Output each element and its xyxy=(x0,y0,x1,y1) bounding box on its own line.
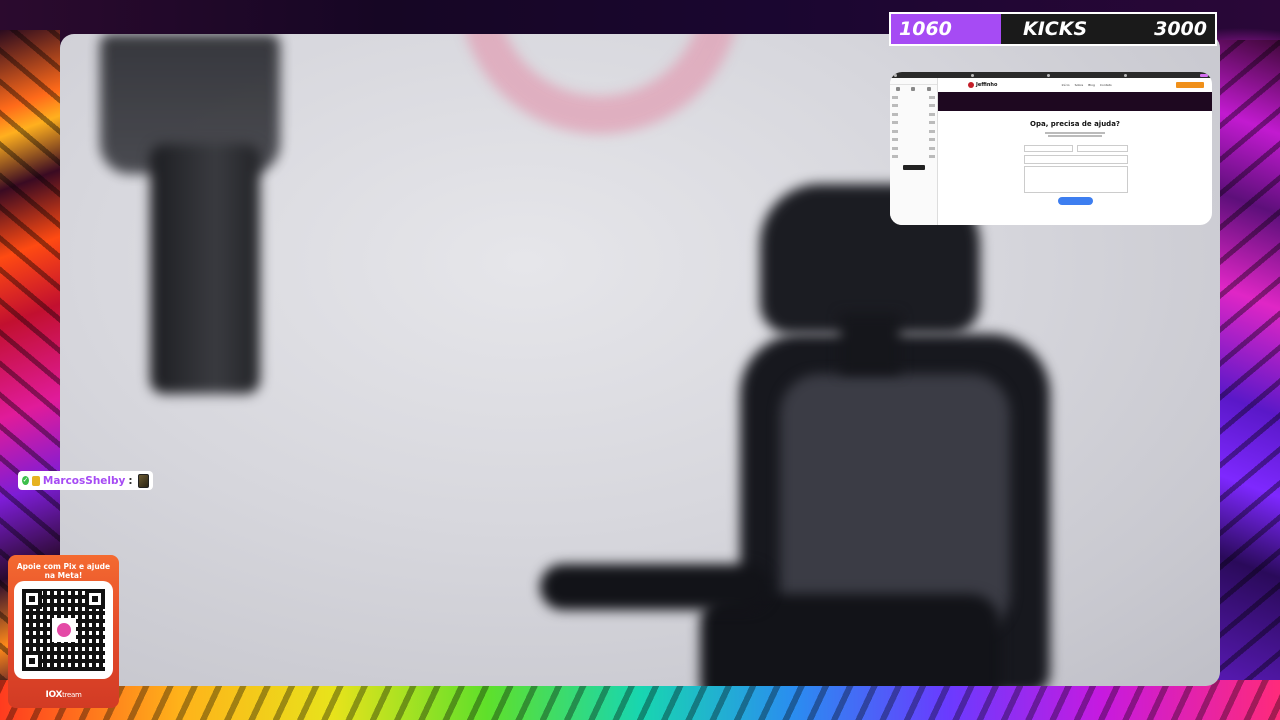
qr-finder-icon xyxy=(22,651,42,671)
panel-row xyxy=(890,119,937,128)
microphone xyxy=(150,144,260,394)
chat-message: ✓ MarcosShelby : xyxy=(18,471,153,490)
verified-badge-icon: ✓ xyxy=(22,476,30,485)
panel-row xyxy=(890,127,937,136)
panel-row xyxy=(890,93,937,102)
goal-target: 3000 xyxy=(1154,18,1207,40)
qr-finder-icon xyxy=(22,589,42,609)
pix-donation-card: Apoie com Pix e ajude na Meta! IOXtream xyxy=(8,555,119,708)
panel-row xyxy=(890,144,937,153)
pix-qr-code xyxy=(14,581,113,679)
site-header: Jeffinho Início Sobre Blog Contato xyxy=(938,78,1212,92)
mascot-icon xyxy=(54,621,73,639)
form-name-field xyxy=(1024,145,1073,152)
nav-item: Blog xyxy=(1088,83,1095,87)
style-icon xyxy=(911,87,916,91)
page-builder-panel xyxy=(890,78,938,225)
subscriber-badge-icon xyxy=(32,475,40,486)
panel-title xyxy=(890,78,937,85)
chair-neck xyxy=(840,314,900,374)
goal-label: KICKS xyxy=(1023,18,1088,40)
site-nav: Início Sobre Blog Contato xyxy=(1062,83,1112,87)
panel-tool-icons xyxy=(890,85,937,93)
edit-icon xyxy=(895,87,900,91)
form-subtitle xyxy=(938,131,1212,138)
site-brand: Jeffinho xyxy=(976,82,998,88)
panel-row xyxy=(890,136,937,145)
site-cta-button xyxy=(1175,82,1204,88)
form-title: Opa, precisa de ajuda? xyxy=(1030,120,1120,128)
form-message-field xyxy=(1024,166,1128,193)
site-banner xyxy=(938,92,1212,111)
background-right-decoration xyxy=(1218,40,1280,690)
wall-decoration xyxy=(460,34,740,134)
site-logo: Jeffinho xyxy=(968,82,997,88)
emote-icon xyxy=(137,473,149,488)
qr-finder-icon xyxy=(85,589,105,609)
pix-call-to-action: Apoie com Pix e ajude na Meta! xyxy=(16,562,111,580)
panel-row xyxy=(890,102,937,111)
chat-username: MarcosShelby xyxy=(42,474,126,487)
background-bottom-decoration xyxy=(0,680,1280,720)
panel-button xyxy=(902,165,925,170)
chair-armrest xyxy=(540,564,770,610)
nav-item: Contato xyxy=(1099,83,1112,87)
kicks-goal-bar: 1060 KICKS 3000 xyxy=(889,12,1217,46)
form-phone-field xyxy=(1077,145,1128,152)
goal-current: 1060 xyxy=(891,14,1001,44)
logo-icon xyxy=(968,82,974,88)
nav-item: Sobre xyxy=(1074,83,1084,87)
panel-row xyxy=(890,110,937,119)
panel-row xyxy=(890,153,937,162)
stream-overlay: 1060 KICKS 3000 Jeffinho Início Sobre Bl… xyxy=(0,0,1280,720)
chat-separator: : xyxy=(128,474,133,487)
form-email-field xyxy=(1024,155,1128,164)
pix-brand-logo: IOXtream xyxy=(45,690,82,700)
qr-pattern xyxy=(22,589,105,671)
form-send-button xyxy=(1058,197,1093,205)
nav-item: Início xyxy=(1061,83,1070,87)
add-icon xyxy=(927,87,932,91)
